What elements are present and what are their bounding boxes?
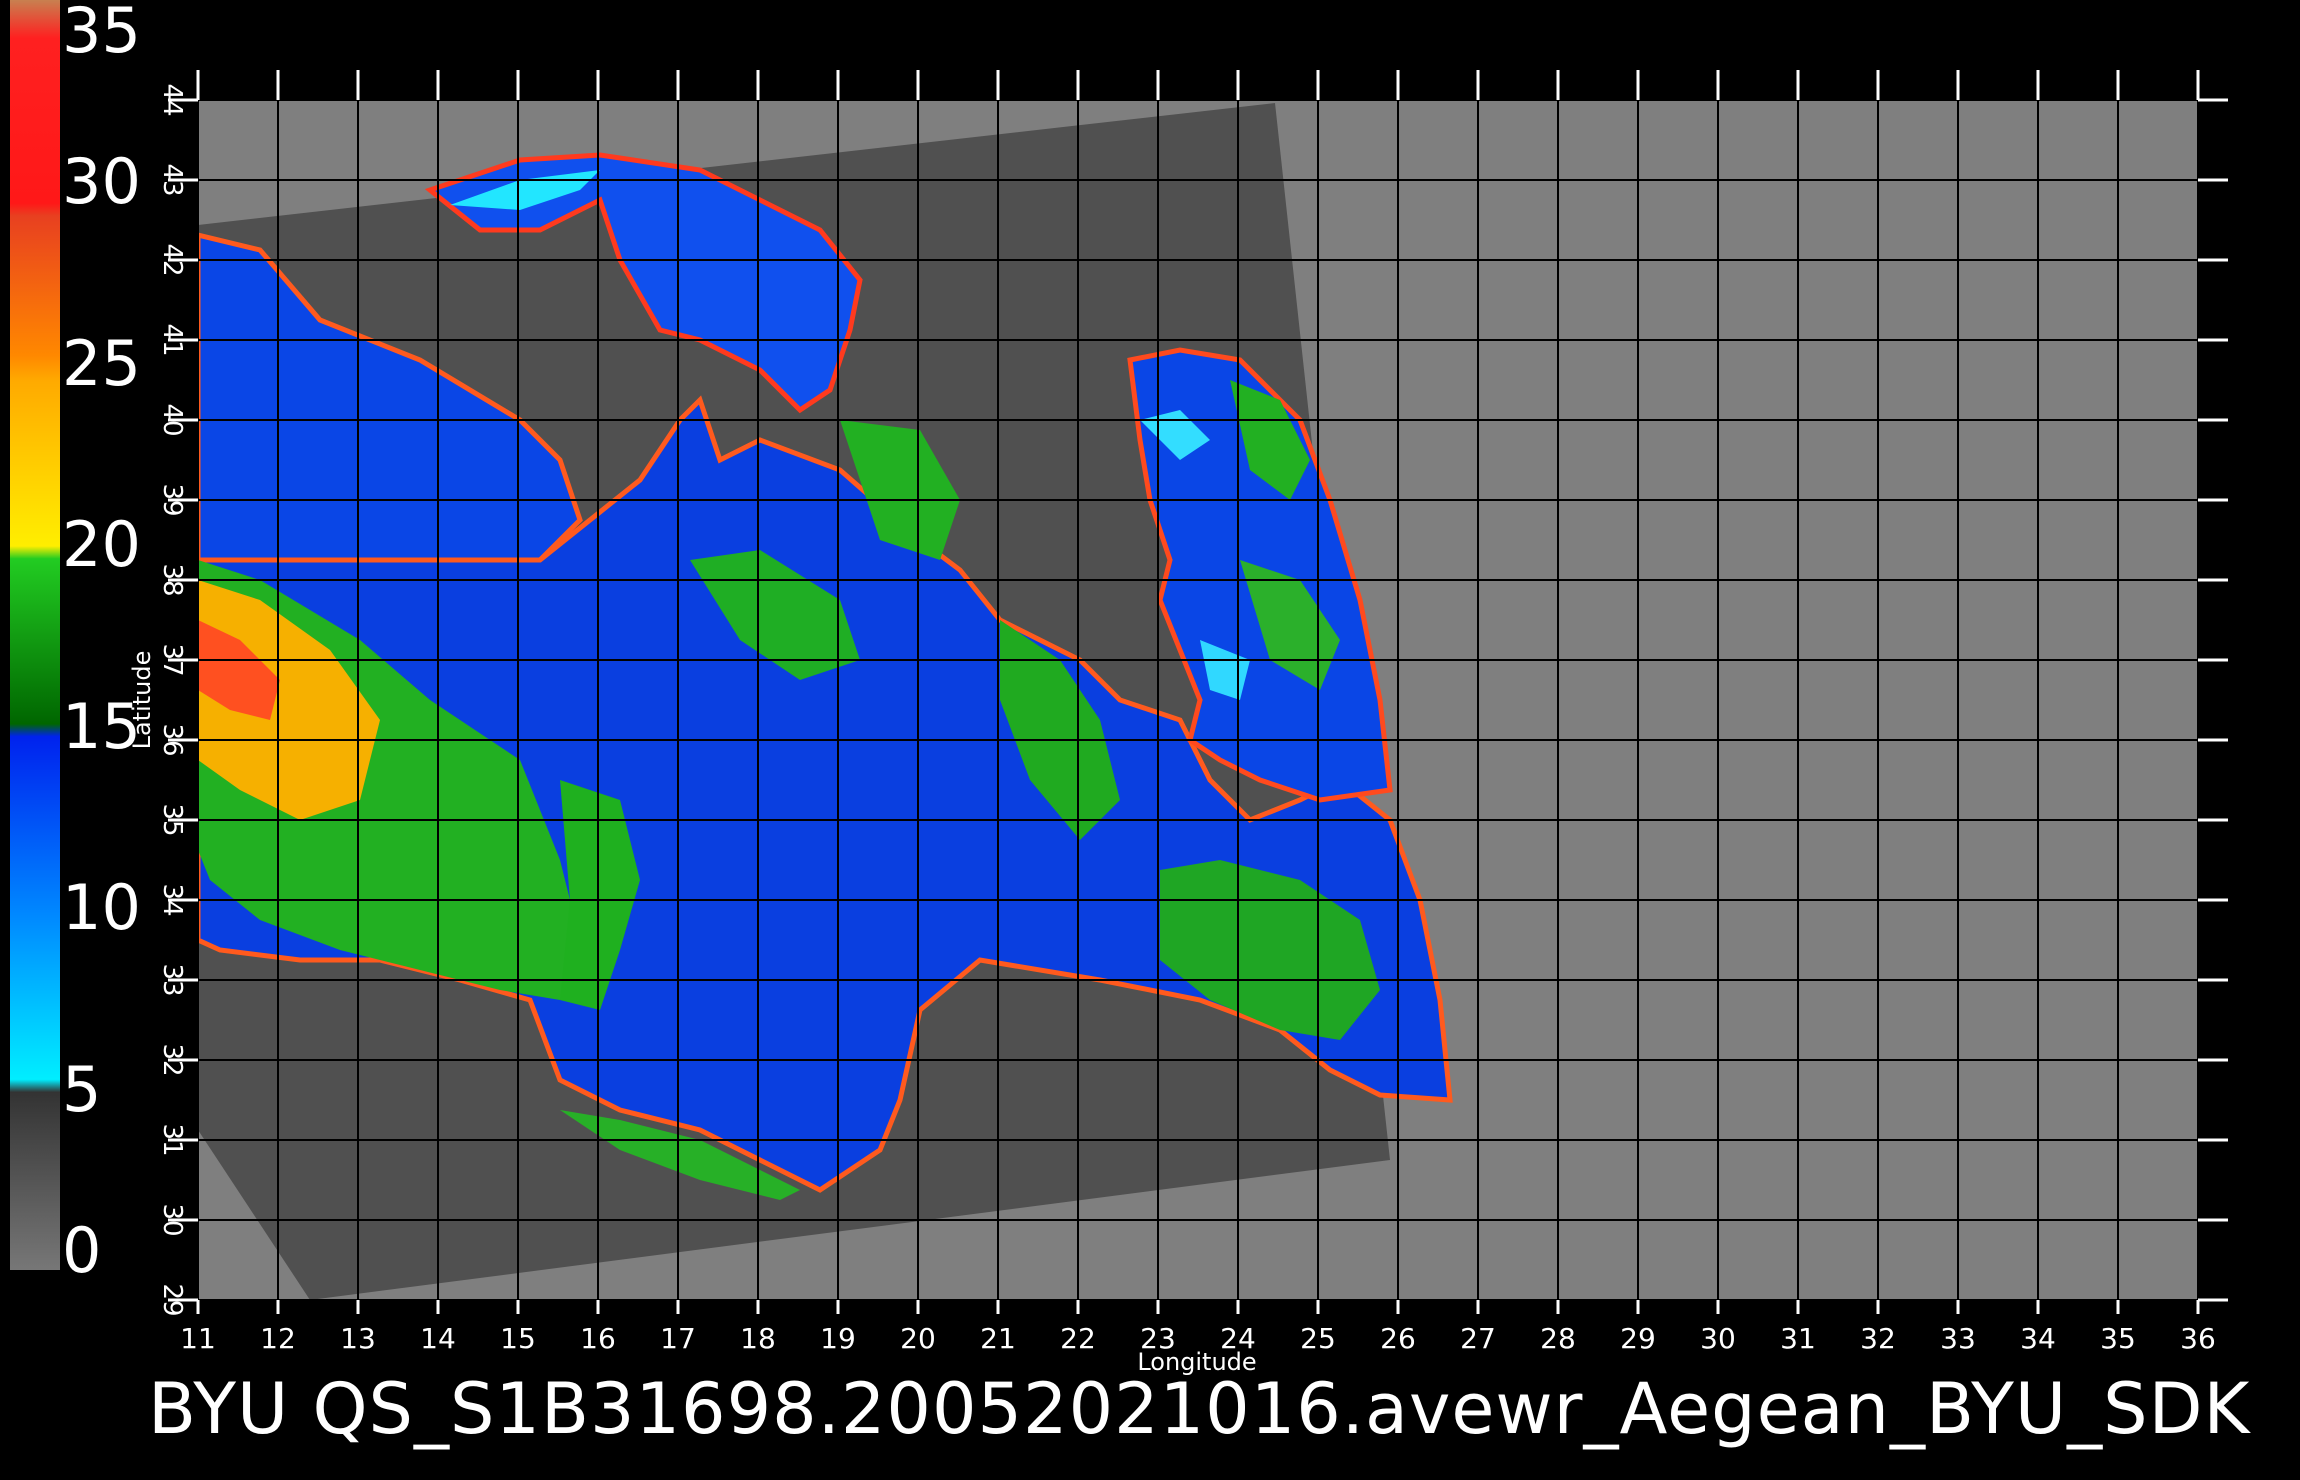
x-tick-label: 33 <box>1940 1322 1976 1355</box>
x-tick-label: 13 <box>340 1322 376 1355</box>
y-tick-label: 37 <box>157 643 187 676</box>
y-tick-label: 33 <box>157 963 187 996</box>
x-tick-label: 34 <box>2020 1322 2056 1355</box>
colorbar-tick-label: 25 <box>62 326 141 400</box>
colorbar-tick-label: 5 <box>62 1052 102 1126</box>
x-tick-label: 16 <box>580 1322 616 1355</box>
colorbar-tick-label: 10 <box>62 871 141 945</box>
y-tick-label: 39 <box>157 483 187 516</box>
x-tick-label: 31 <box>1780 1322 1816 1355</box>
y-tick-label: 30 <box>157 1203 187 1236</box>
x-tick-label: 21 <box>980 1322 1016 1355</box>
wind-map-figure: 11 12 13 14 15 16 17 18 19 20 21 22 23 24 25 26 27 28 29 30… <box>10 0 2228 1376</box>
x-tick-label: 22 <box>1060 1322 1096 1355</box>
x-tick-label: 20 <box>900 1322 936 1355</box>
colorbar-tick-label: 20 <box>62 508 141 582</box>
y-tick-label: 34 <box>157 883 187 916</box>
x-tick-label: 27 <box>1460 1322 1496 1355</box>
x-tick-label: 26 <box>1380 1322 1416 1355</box>
footer-title: BYU QS_S1B31698.2005202101​6.avewr_Aegea… <box>148 1368 2251 1450</box>
x-tick-label: 17 <box>660 1322 696 1355</box>
colorbar-tick-label: 35 <box>62 0 141 67</box>
y-tick-label: 43 <box>157 163 187 196</box>
y-tick-label: 42 <box>157 243 187 276</box>
x-tick-label: 30 <box>1700 1322 1736 1355</box>
colorbar-tick-label: 0 <box>62 1214 102 1287</box>
y-tick-label: 38 <box>157 563 187 596</box>
y-tick-label: 36 <box>157 723 187 756</box>
x-tick-label: 32 <box>1860 1322 1896 1355</box>
x-tick-label: 29 <box>1620 1322 1656 1355</box>
x-tick-label: 28 <box>1540 1322 1576 1355</box>
x-tick-label: 14 <box>420 1322 456 1355</box>
x-tick-label: 36 <box>2180 1322 2216 1355</box>
x-tick-label: 12 <box>260 1322 296 1355</box>
x-tick-label: 11 <box>180 1322 216 1355</box>
x-tick-label: 19 <box>820 1322 856 1355</box>
y-tick-label: 41 <box>157 323 187 356</box>
y-tick-label: 35 <box>157 803 187 836</box>
x-tick-label: 15 <box>500 1322 536 1355</box>
x-tick-label: 25 <box>1300 1322 1336 1355</box>
colorbar <box>10 0 60 1270</box>
x-tick-label: 18 <box>740 1322 776 1355</box>
y-tick-label: 31 <box>157 1123 187 1156</box>
x-tick-label: 35 <box>2100 1322 2136 1355</box>
y-tick-label: 40 <box>157 403 187 436</box>
y-tick-label: 32 <box>157 1043 187 1076</box>
colorbar-tick-label: 15 <box>62 689 141 763</box>
y-tick-label: 44 <box>157 83 187 116</box>
y-tick-label: 29 <box>157 1283 187 1316</box>
colorbar-tick-label: 30 <box>62 145 141 219</box>
